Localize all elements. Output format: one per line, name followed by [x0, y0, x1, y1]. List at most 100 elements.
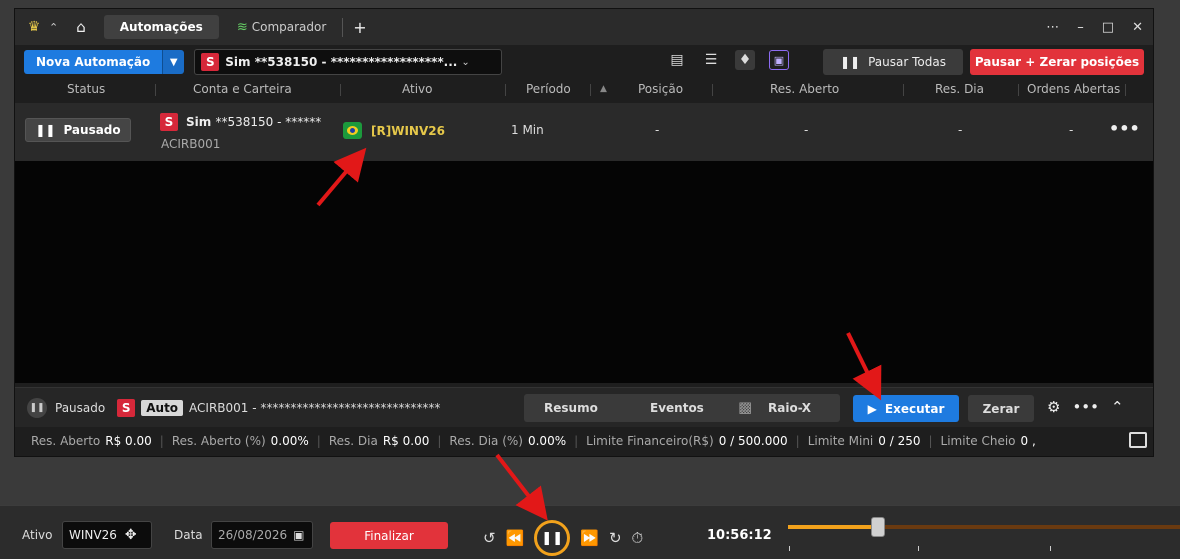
data-input-value: 26/08/2026: [218, 528, 288, 542]
col-ativo[interactable]: Ativo: [402, 82, 432, 96]
bell-icon[interactable]: ♦: [735, 50, 755, 70]
status-toggle-button[interactable]: ❚❚ Pausado: [25, 118, 131, 142]
close-button[interactable]: ✕: [1132, 20, 1143, 35]
col-posicao[interactable]: Posição: [638, 82, 683, 96]
app-logo-icon[interactable]: ♛: [23, 16, 45, 38]
metric-label: Limite Mini: [807, 434, 874, 448]
pausar-todas-button[interactable]: ❚❚ Pausar Todas: [823, 49, 963, 75]
pausar-zerar-button[interactable]: Pausar + Zerar posições: [970, 49, 1144, 75]
caret-up-icon[interactable]: ⌃: [49, 21, 58, 34]
metric-label: Res. Aberto (%): [171, 434, 266, 448]
layout-bottom-icon[interactable]: ▤: [667, 50, 687, 70]
metric-value: 0 ,: [1020, 434, 1036, 448]
ativo-input[interactable]: WINV26 ✥: [62, 521, 152, 549]
metric-divider: |: [437, 434, 442, 448]
timeline-handle[interactable]: [871, 517, 886, 537]
more-options-icon[interactable]: •••: [1109, 119, 1140, 138]
col-res-aberto[interactable]: Res. Aberto: [770, 82, 839, 96]
metric-label: Limite Cheio: [940, 434, 1016, 448]
pause-playback-button[interactable]: ❚❚: [534, 520, 571, 556]
col-ordens[interactable]: Ordens Abertas: [1027, 82, 1120, 96]
nova-automacao-label[interactable]: Nova Automação: [24, 50, 163, 74]
tab-comparador[interactable]: ≋ Comparador: [227, 15, 336, 39]
col-conta[interactable]: Conta e Carteira: [193, 82, 292, 96]
metric-value: 0.00%: [527, 434, 567, 448]
chevron-up-icon[interactable]: ⌃: [1111, 398, 1124, 416]
metric-label: Res. Dia (%): [449, 434, 523, 448]
play-icon: ▶: [867, 401, 877, 416]
data-label: Data: [174, 528, 203, 542]
column-divider: [1125, 84, 1126, 96]
chevron-down-icon[interactable]: ▼: [162, 50, 185, 74]
timeline-progress: [788, 525, 879, 529]
account-select[interactable]: S Sim **538150 - ******************... ⌄: [194, 49, 503, 75]
title-bar: ♛ ⌃ ⌂ Automações ≋ Comparador + ⋯ – □ ✕: [15, 9, 1153, 45]
metric-divider: |: [316, 434, 321, 448]
skip-step-icon[interactable]: ↻: [609, 529, 622, 547]
playback-controls: ↺ ⏪ ❚❚ ⏩ ↻ ⏱: [483, 520, 643, 556]
monitor-icon[interactable]: ▣: [769, 50, 789, 70]
chevron-down-icon: ⌄: [461, 56, 470, 68]
status-text: Pausado: [55, 400, 106, 415]
executar-label: Executar: [884, 401, 945, 416]
column-divider: [155, 84, 156, 96]
tab-resumo[interactable]: Resumo: [544, 401, 598, 415]
more-circle-icon[interactable]: ⋯: [1046, 20, 1059, 35]
ativo-label: Ativo: [22, 528, 53, 542]
calendar-icon[interactable]: ▣: [293, 528, 304, 542]
metric-value: R$ 0.00: [382, 434, 430, 448]
sim-badge: S: [201, 53, 220, 71]
more-options-icon[interactable]: •••: [1072, 398, 1099, 416]
rewind-icon[interactable]: ⏪: [506, 529, 525, 547]
metrics-bar: Res. Aberto R$ 0.00 | Res. Aberto (%) 0.00%…: [15, 427, 1153, 455]
toolbar: Nova Automação ▼ S Sim **538150 - ******…: [15, 45, 1153, 79]
metric-value: 0 / 250: [878, 434, 921, 448]
maximize-button[interactable]: □: [1102, 20, 1114, 35]
layout-rows-icon[interactable]: ☰: [701, 50, 721, 70]
col-periodo[interactable]: Período: [526, 82, 571, 96]
row-periodo: 1 Min: [511, 123, 544, 137]
fast-forward-icon[interactable]: ⏩: [580, 529, 599, 547]
status-label: Pausado: [63, 123, 121, 137]
sort-up-icon[interactable]: ▲: [600, 84, 607, 94]
data-input[interactable]: 26/08/2026 ▣: [211, 521, 313, 549]
finalizar-button[interactable]: Finalizar: [330, 522, 448, 549]
column-divider: [903, 84, 904, 96]
account-select-value: Sim **538150 - ******************...: [225, 55, 458, 69]
executar-button[interactable]: ▶ Executar: [853, 395, 959, 422]
minimize-button[interactable]: –: [1077, 20, 1084, 35]
timeline-tick: [1050, 546, 1051, 551]
auto-badge: Auto: [141, 399, 184, 416]
gear-icon[interactable]: ⚙: [1047, 398, 1060, 416]
column-divider: [340, 84, 341, 96]
timeline-tick: [789, 546, 790, 551]
tab-automacoes[interactable]: Automações: [103, 15, 219, 39]
metric-divider: |: [795, 434, 800, 448]
tab-eventos[interactable]: Eventos: [650, 401, 704, 415]
window-controls: ⋯ – □ ✕: [1046, 9, 1143, 45]
row-carteira: ACIRB001: [161, 137, 221, 151]
table-row[interactable]: ❚❚ Pausado S Sim **538150 - ****** ACIRB…: [15, 103, 1153, 161]
restart-icon[interactable]: ↺: [483, 529, 496, 547]
speed-icon[interactable]: ⏱: [632, 529, 644, 547]
row-posicao: -: [655, 123, 660, 137]
crosshair-icon[interactable]: ✥: [125, 527, 137, 543]
home-icon[interactable]: ⌂: [76, 18, 86, 36]
zerar-button[interactable]: Zerar: [968, 395, 1034, 422]
window-toggle-icon[interactable]: [1129, 432, 1147, 448]
chart-icon: ≋: [236, 19, 248, 35]
tab-raio-x[interactable]: Raio-X: [768, 401, 811, 415]
col-status[interactable]: Status: [67, 82, 105, 96]
add-tab-button[interactable]: +: [342, 17, 367, 37]
annotation-arrow: [495, 453, 548, 521]
replay-bar: Ativo WINV26 ✥ Data 26/08/2026 ▣ Finaliz…: [0, 505, 1180, 559]
view-tools: ▤ ☰ ♦ ▣: [667, 50, 789, 70]
metric-label: Res. Dia: [328, 434, 378, 448]
metric-value: 0.00%: [270, 434, 309, 448]
row-ativo[interactable]: [R]WINV26: [343, 122, 445, 139]
status-bar-icons: ⚙ ••• ⌃: [1047, 398, 1124, 416]
nova-automacao-button[interactable]: Nova Automação ▼: [24, 50, 185, 74]
col-res-dia[interactable]: Res. Dia: [935, 82, 984, 96]
pause-circle-icon[interactable]: ❚❚: [27, 397, 47, 418]
timeline-track[interactable]: [788, 517, 1180, 537]
